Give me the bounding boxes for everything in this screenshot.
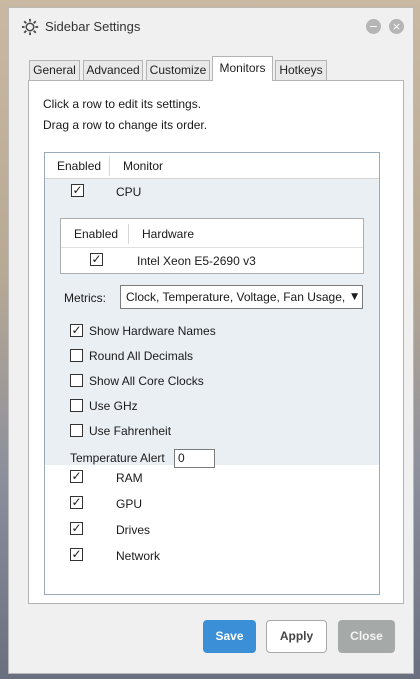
column-divider [128, 224, 129, 244]
instruction-drag: Drag a row to change its order. [43, 118, 208, 132]
enabled-column-header[interactable]: Enabled [57, 159, 101, 173]
cpu-label: CPU [116, 185, 142, 199]
column-divider [109, 156, 110, 176]
hardware-enabled-checkbox[interactable]: ✓ [90, 253, 103, 266]
hardware-enabled-header[interactable]: Enabled [74, 227, 118, 241]
metrics-select[interactable]: Clock, Temperature, Voltage, Fan Usage, … [120, 285, 363, 309]
tab-hotkeys[interactable]: Hotkeys [275, 60, 327, 80]
show-hardware-names-checkbox[interactable]: ✓ [70, 324, 83, 337]
ram-label: RAM [116, 471, 143, 485]
gpu-label: GPU [116, 497, 143, 511]
tab-customize[interactable]: Customize [146, 60, 210, 80]
monitors-panel: Click a row to edit its settings. Drag a… [28, 80, 404, 604]
network-enabled-checkbox[interactable]: ✓ [70, 548, 83, 561]
instruction-edit: Click a row to edit its settings. [43, 97, 202, 111]
drives-enabled-checkbox[interactable]: ✓ [70, 522, 83, 535]
metrics-select-value: Clock, Temperature, Voltage, Fan Usage, … [126, 290, 356, 304]
cpu-enabled-checkbox[interactable]: ✓ [71, 184, 84, 197]
monitor-row-gpu[interactable]: ✓ GPU [45, 491, 379, 517]
chevron-down-icon: ▼ [349, 286, 358, 308]
use-fahrenheit-label: Use Fahrenheit [89, 424, 172, 438]
cpu-settings-panel: Enabled Hardware ✓ Intel Xeon E5-2690 v3… [45, 203, 379, 468]
monitor-column-header[interactable]: Monitor [123, 159, 163, 173]
show-all-core-clocks-checkbox[interactable] [70, 374, 83, 387]
round-all-decimals-checkbox[interactable] [70, 349, 83, 362]
show-all-core-clocks-label: Show All Core Clocks [89, 374, 204, 388]
ram-enabled-checkbox[interactable]: ✓ [70, 470, 83, 483]
gpu-enabled-checkbox[interactable]: ✓ [70, 496, 83, 509]
use-fahrenheit-checkbox[interactable] [70, 424, 83, 437]
temperature-alert-label: Temperature Alert [70, 451, 165, 465]
gear-icon [21, 18, 39, 36]
hardware-row[interactable]: ✓ Intel Xeon E5-2690 v3 [61, 248, 363, 273]
monitor-row-drives[interactable]: ✓ Drives [45, 517, 379, 543]
monitor-row-cpu[interactable]: ✓ CPU [45, 179, 379, 203]
title-bar[interactable]: Sidebar Settings − × [9, 8, 413, 46]
monitor-list: Enabled Monitor ✓ CPU Enabled Hardware ✓ [44, 152, 380, 595]
apply-button[interactable]: Apply [266, 620, 327, 653]
metrics-label: Metrics: [64, 291, 106, 305]
tab-general[interactable]: General [29, 60, 80, 80]
settings-window: Sidebar Settings − × General Advanced Cu… [8, 7, 414, 674]
close-window-button[interactable]: × [389, 19, 404, 34]
round-all-decimals-label: Round All Decimals [89, 349, 194, 363]
tab-advanced[interactable]: Advanced [83, 60, 143, 80]
use-ghz-label: Use GHz [89, 399, 138, 413]
close-button[interactable]: Close [338, 620, 395, 653]
tab-monitors[interactable]: Monitors [212, 56, 273, 81]
use-ghz-checkbox[interactable] [70, 399, 83, 412]
minimize-button[interactable]: − [366, 19, 381, 34]
hardware-list: Enabled Hardware ✓ Intel Xeon E5-2690 v3 [60, 218, 364, 274]
hardware-column-header[interactable]: Hardware [142, 227, 194, 241]
hardware-list-header: Enabled Hardware [61, 219, 363, 248]
monitor-row-ram[interactable]: ✓ RAM [45, 465, 379, 491]
drives-label: Drives [116, 523, 151, 537]
hardware-name: Intel Xeon E5-2690 v3 [137, 254, 256, 268]
window-title: Sidebar Settings [45, 19, 141, 34]
monitor-row-network[interactable]: ✓ Network [45, 543, 379, 569]
show-hardware-names-label: Show Hardware Names [89, 324, 216, 338]
network-label: Network [116, 549, 161, 563]
monitor-list-header: Enabled Monitor [45, 153, 379, 179]
save-button[interactable]: Save [203, 620, 256, 653]
